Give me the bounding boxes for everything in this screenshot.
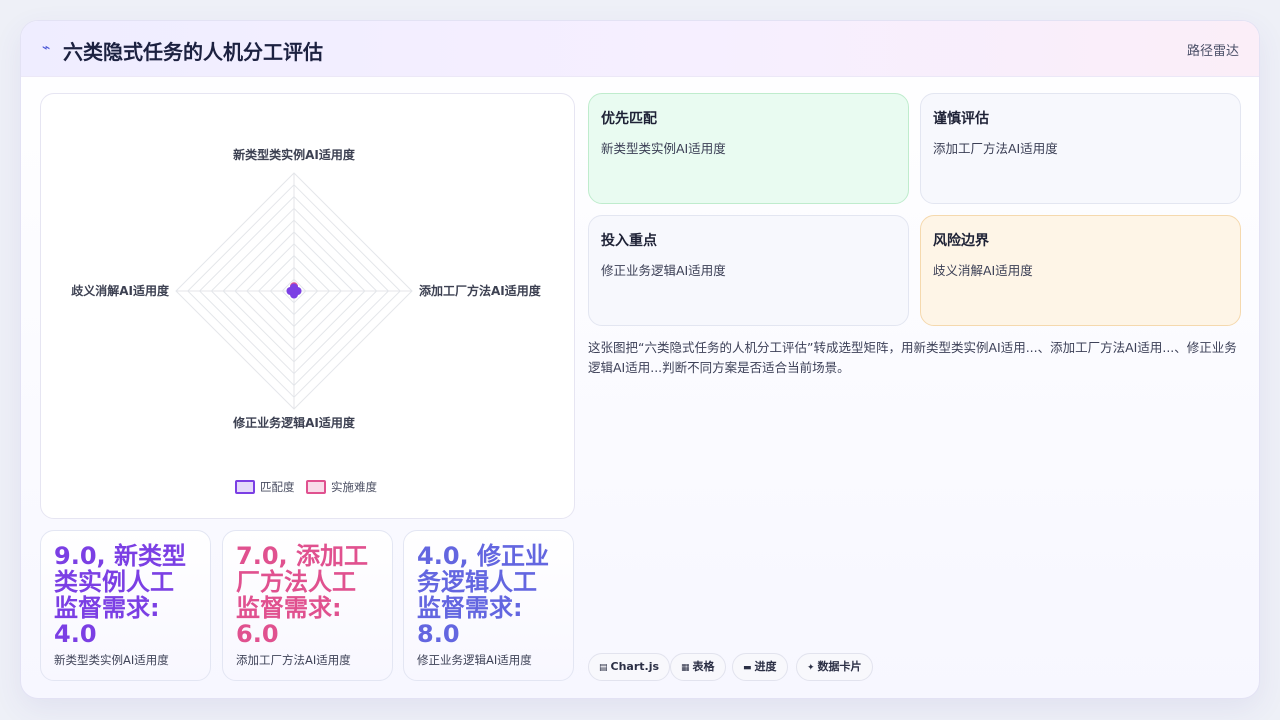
radar-axis-label: 新类型类实例AI适用度	[233, 147, 356, 162]
chip-table[interactable]: ▦ 表格	[670, 653, 726, 681]
quadrant-text: 添加工厂方法AI适用度	[933, 141, 1058, 156]
quadrant-title: 谨慎评估	[933, 111, 989, 127]
stat-card-2: 7.0, 添加工厂方法人工监督需求: 6.0 添加工厂方法AI适用度	[222, 530, 393, 681]
legend-swatch	[306, 480, 326, 494]
legend-label: 实施难度	[331, 480, 377, 494]
chart-icon: ▤	[599, 663, 608, 673]
quadrant-text: 歧义消解AI适用度	[933, 263, 1033, 278]
quadrant-title: 投入重点	[601, 233, 657, 249]
radar-axis-label: 添加工厂方法AI适用度	[419, 283, 542, 298]
stat-value: 4.0, 修正业务逻辑人工监督需求: 8.0	[417, 542, 549, 648]
chip-label: 表格	[692, 660, 715, 673]
table-icon: ▦	[681, 663, 690, 673]
quadrant-text: 修正业务逻辑AI适用度	[601, 263, 726, 278]
dashboard-window: ⌁ 六类隐式任务的人机分工评估 路径雷达 新类型类实例AI适用度 添加工厂方法AI…	[20, 20, 1260, 699]
stat-label: 修正业务逻辑AI适用度	[417, 653, 532, 667]
quadrant-priority-match[interactable]: 优先匹配 新类型类实例AI适用度	[588, 93, 909, 204]
quadrant-careful-eval[interactable]: 谨慎评估 添加工厂方法AI适用度	[920, 93, 1241, 204]
radar-axis-label: 修正业务逻辑AI适用度	[232, 415, 356, 430]
page-title: 六类隐式任务的人机分工评估	[63, 40, 323, 64]
chip-label: 进度	[754, 660, 777, 673]
chip-label: Chart.js	[610, 660, 660, 673]
progress-icon: ▬	[743, 663, 752, 673]
stat-label: 新类型类实例AI适用度	[54, 653, 169, 667]
radar-chart: 新类型类实例AI适用度添加工厂方法AI适用度修正业务逻辑AI适用度 歧义消解AI适…	[71, 147, 542, 494]
header-bar: ⌁ 六类隐式任务的人机分工评估 路径雷达	[21, 21, 1259, 77]
chip-chartjs[interactable]: ▤ Chart.js	[588, 653, 671, 681]
radar-axis-label: 歧义消解AI适用度	[71, 283, 170, 298]
radar-chart-card: 新类型类实例AI适用度添加工厂方法AI适用度修正业务逻辑AI适用度 歧义消解AI适…	[40, 93, 575, 519]
quadrant-risk-boundary[interactable]: 风险边界 歧义消解AI适用度	[920, 215, 1241, 326]
sparkline-icon: ⌁	[42, 40, 51, 56]
stat-value: 9.0, 新类型类实例人工监督需求: 4.0	[54, 542, 186, 648]
chip-data-card[interactable]: ✦ 数据卡片	[796, 653, 873, 681]
radar-data-point	[286, 287, 295, 295]
chip-progress[interactable]: ▬ 进度	[732, 653, 788, 681]
legend-swatch	[235, 480, 255, 494]
view-tag[interactable]: 路径雷达	[1187, 40, 1239, 59]
stat-label: 添加工厂方法AI适用度	[236, 653, 351, 667]
stat-card-3: 4.0, 修正业务逻辑人工监督需求: 8.0 修正业务逻辑AI适用度	[403, 530, 574, 681]
quadrant-title: 优先匹配	[601, 111, 657, 127]
sparkle-icon: ✦	[807, 663, 815, 673]
chip-label: 数据卡片	[817, 660, 862, 673]
description-text: 这张图把“六类隐式任务的人机分工评估”转成选型矩阵，用新类型类实例AI适用...…	[588, 340, 1237, 375]
quadrant-title: 风险边界	[933, 233, 989, 249]
stat-card-1: 9.0, 新类型类实例人工监督需求: 4.0 新类型类实例AI适用度	[40, 530, 211, 681]
legend-label: 匹配度	[260, 480, 295, 494]
quadrant-text: 新类型类实例AI适用度	[601, 141, 726, 156]
quadrant-invest-focus[interactable]: 投入重点 修正业务逻辑AI适用度	[588, 215, 909, 326]
stat-value: 7.0, 添加工厂方法人工监督需求: 6.0	[236, 542, 368, 648]
